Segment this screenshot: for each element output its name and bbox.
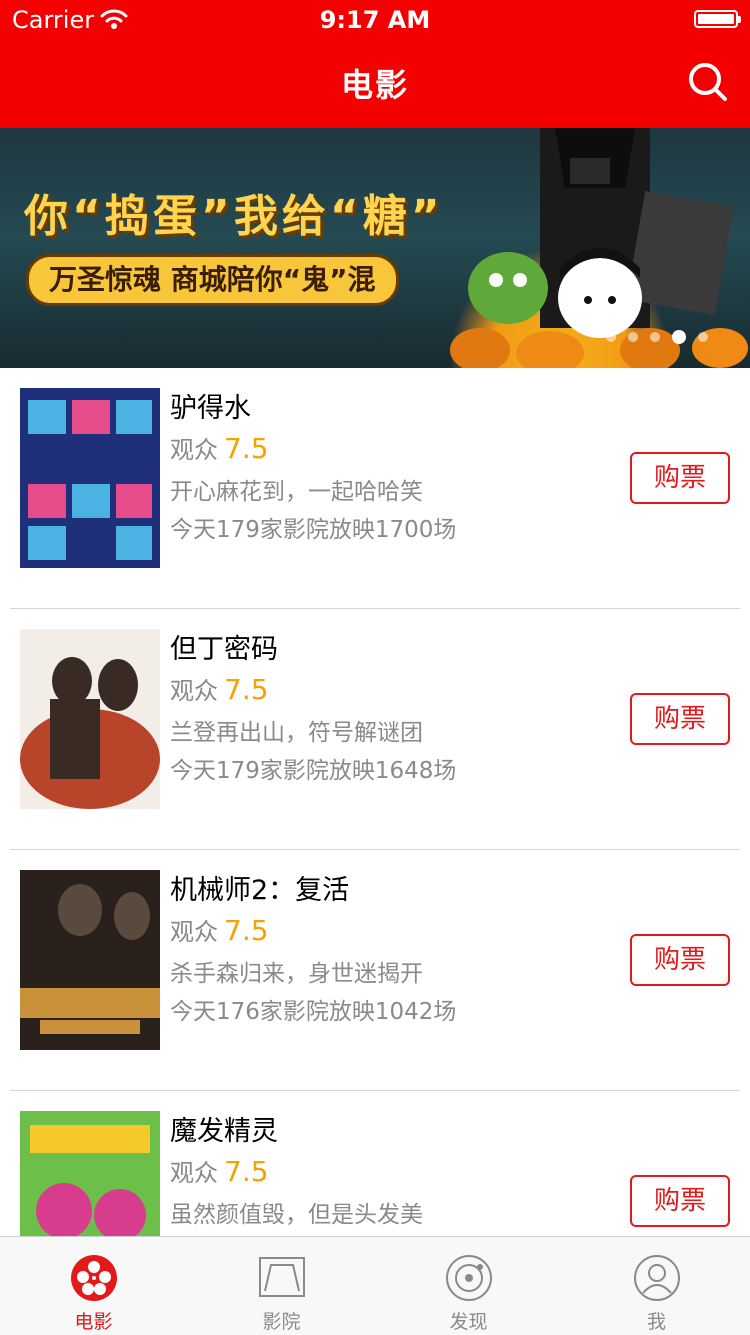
tab-bar: 电影 影院 发现 我 <box>0 1236 750 1335</box>
promo-banner[interactable]: 你“捣蛋”我给“糖” 万圣惊魂 商城陪你“鬼”混 <box>0 128 750 368</box>
movie-poster[interactable] <box>20 388 160 568</box>
score-line: 观众 7.5 <box>170 671 269 706</box>
score-value: 7.5 <box>224 432 269 465</box>
score-label: 观众 <box>170 918 218 946</box>
banner-subtitle: 万圣惊魂 商城陪你“鬼”混 <box>26 254 399 306</box>
score-line: 观众 7.5 <box>170 1153 269 1188</box>
banner-slogan: 你“捣蛋”我给“糖” <box>24 191 444 242</box>
tab-cinemas[interactable]: 影院 <box>188 1237 375 1335</box>
movie-title[interactable]: 但丁密码 <box>170 627 278 666</box>
movie-poster[interactable] <box>20 870 160 1050</box>
discover-icon <box>445 1255 492 1301</box>
poster-image <box>20 629 160 809</box>
movie-row[interactable]: 机械师2：复活 观众 7.5 杀手森归来，身世迷揭开 今天176家影院放映1042… <box>0 850 750 1091</box>
score-label: 观众 <box>170 1159 218 1187</box>
page-title: 电影 <box>340 66 409 104</box>
tab-movies[interactable]: 电影 <box>0 1237 187 1335</box>
score-label: 观众 <box>170 677 218 705</box>
movie-tagline: 兰登再出山，符号解谜团 <box>170 720 423 746</box>
movie-poster[interactable] <box>20 1111 160 1236</box>
movie-tagline: 杀手森归来，身世迷揭开 <box>170 961 423 987</box>
tab-discover[interactable]: 发现 <box>375 1237 562 1335</box>
page-dot[interactable] <box>650 331 660 342</box>
movie-row[interactable]: 但丁密码 观众 7.5 兰登再出山，符号解谜团 今天179家影院放映1648场 购… <box>0 609 750 850</box>
tab-label: 发现 <box>449 1311 488 1333</box>
tab-label: 我 <box>646 1311 666 1333</box>
movie-list: 驴得水 观众 7.5 开心麻花到，一起哈哈笑 今天179家影院放映1700场 购票… <box>0 368 750 1236</box>
battery-icon <box>694 10 741 28</box>
buy-ticket-button[interactable]: 购票 <box>630 452 730 504</box>
tab-me[interactable]: 我 <box>563 1237 750 1335</box>
score-value: 7.5 <box>224 673 269 706</box>
buy-ticket-button[interactable]: 购票 <box>630 934 730 986</box>
tab-label: 影院 <box>262 1311 301 1333</box>
showing-info: 今天179家影院放映1700场 <box>170 517 457 543</box>
movie-title[interactable]: 机械师2：复活 <box>170 868 349 907</box>
movie-tagline: 虽然颜值毁，但是头发美 <box>170 1202 423 1228</box>
poster-image <box>20 1111 160 1236</box>
profile-icon <box>633 1255 680 1301</box>
top-bar: Carrier 9:17 AM 电影 <box>0 0 750 128</box>
score-value: 7.5 <box>224 914 269 947</box>
buy-ticket-button[interactable]: 购票 <box>630 1175 730 1227</box>
movie-tagline: 开心麻花到，一起哈哈笑 <box>170 479 423 505</box>
status-time: 9:17 AM <box>319 6 431 34</box>
movie-poster[interactable] <box>20 629 160 809</box>
score-line: 观众 7.5 <box>170 430 269 465</box>
cinema-screen-icon <box>258 1257 305 1297</box>
showing-info: 今天176家影院放映1042场 <box>170 999 457 1025</box>
page-dot[interactable] <box>698 331 708 342</box>
search-icon[interactable] <box>686 60 730 104</box>
film-reel-icon <box>70 1255 117 1301</box>
movie-title[interactable]: 驴得水 <box>170 386 251 425</box>
page-dot[interactable] <box>672 329 686 344</box>
battery-level <box>698 14 734 24</box>
score-label: 观众 <box>170 436 218 464</box>
score-value: 7.5 <box>224 1155 269 1188</box>
page-dot[interactable] <box>606 331 616 342</box>
status-bar: Carrier 9:17 AM <box>0 0 750 40</box>
page-indicator[interactable] <box>600 326 714 344</box>
score-line: 观众 7.5 <box>170 912 269 947</box>
tab-label: 电影 <box>74 1311 113 1333</box>
poster-image <box>20 388 160 568</box>
poster-image <box>20 870 160 1050</box>
page-dot[interactable] <box>628 331 638 342</box>
showing-info: 今天179家影院放映1648场 <box>170 758 457 784</box>
movie-row[interactable]: 驴得水 观众 7.5 开心麻花到，一起哈哈笑 今天179家影院放映1700场 购票 <box>0 368 750 609</box>
buy-ticket-button[interactable]: 购票 <box>630 693 730 745</box>
movie-row[interactable]: 魔发精灵 观众 7.5 虽然颜值毁，但是头发美 购票 <box>0 1091 750 1236</box>
movie-title[interactable]: 魔发精灵 <box>170 1109 278 1148</box>
